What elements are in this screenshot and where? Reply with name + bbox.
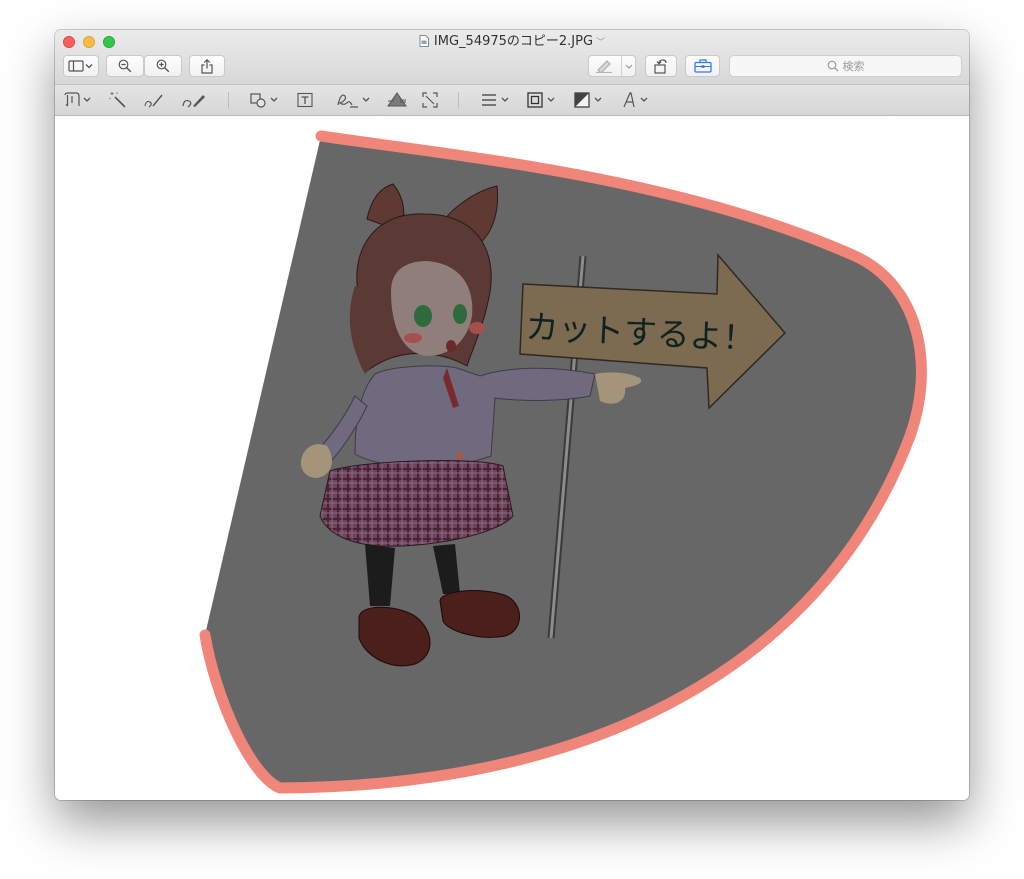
draw-icon	[182, 95, 205, 108]
preview-window: IMG_54975のコピー2.JPG ﹀ 検索 カットするよ！	[55, 30, 969, 800]
adjust-size-icon	[422, 92, 438, 108]
text-tool[interactable]	[296, 89, 314, 111]
window-title[interactable]: IMG_54975のコピー2.JPG ﹀	[55, 34, 969, 51]
zoom-in-button[interactable]	[144, 55, 182, 77]
sketch-tool[interactable]	[143, 89, 165, 111]
rotate-icon	[654, 58, 667, 74]
edited-image[interactable]: カットするよ！	[55, 116, 969, 800]
search-icon	[827, 60, 838, 72]
shape-style-icon	[482, 94, 509, 106]
search-placeholder: 検索	[842, 60, 865, 73]
highlight-chevron-icon	[625, 64, 633, 69]
title-bar: IMG_54975のコピー2.JPG ﹀ 検索	[55, 30, 969, 85]
window-title-text: IMG_54975のコピー2.JPG	[433, 34, 594, 49]
shapes-icon	[250, 93, 278, 108]
toolbar-divider	[228, 92, 229, 108]
adjust-size-tool[interactable]	[421, 89, 439, 111]
selection-icon	[64, 92, 91, 107]
border-color-tool[interactable]	[526, 89, 558, 111]
title-chevron-icon: ﹀	[596, 38, 606, 48]
zoom-out-icon	[118, 59, 132, 73]
instant-alpha-icon	[109, 92, 126, 108]
search-field[interactable]: 検索	[729, 55, 962, 77]
highlight-pen-icon	[596, 60, 612, 73]
fill-color-tool[interactable]	[573, 89, 605, 111]
adjust-color-tool[interactable]	[386, 89, 408, 111]
sketch-icon	[144, 94, 163, 108]
shape-style-tool[interactable]	[480, 89, 512, 111]
markup-toolbar	[55, 85, 969, 116]
selection-tool[interactable]	[63, 89, 93, 111]
sidebar-toggle-button[interactable]	[63, 55, 99, 77]
share-icon	[201, 58, 213, 74]
document-icon	[419, 35, 429, 47]
rotate-button[interactable]	[645, 55, 677, 77]
shapes-tool[interactable]	[249, 89, 281, 111]
border-color-icon	[527, 92, 555, 108]
text-style-icon	[623, 92, 648, 108]
zoom-in-icon	[156, 59, 170, 73]
draw-tool[interactable]	[181, 89, 207, 111]
highlight-button[interactable]	[588, 55, 636, 77]
sign-tool[interactable]	[335, 89, 373, 111]
instant-alpha-tool[interactable]	[108, 89, 128, 111]
text-style-tool[interactable]	[621, 89, 653, 111]
zoom-out-button[interactable]	[106, 55, 144, 77]
fill-color-icon	[574, 92, 602, 108]
sidebar-toggle-icon	[68, 60, 93, 72]
share-button[interactable]	[189, 55, 225, 77]
markup-toolbar-button[interactable]	[685, 55, 720, 77]
toolbar-divider	[458, 92, 459, 108]
adjust-color-icon	[387, 92, 407, 107]
sign-icon	[337, 94, 370, 108]
image-canvas[interactable]: カットするよ！	[55, 116, 969, 800]
text-icon	[297, 92, 313, 108]
toolbox-icon	[693, 59, 712, 73]
